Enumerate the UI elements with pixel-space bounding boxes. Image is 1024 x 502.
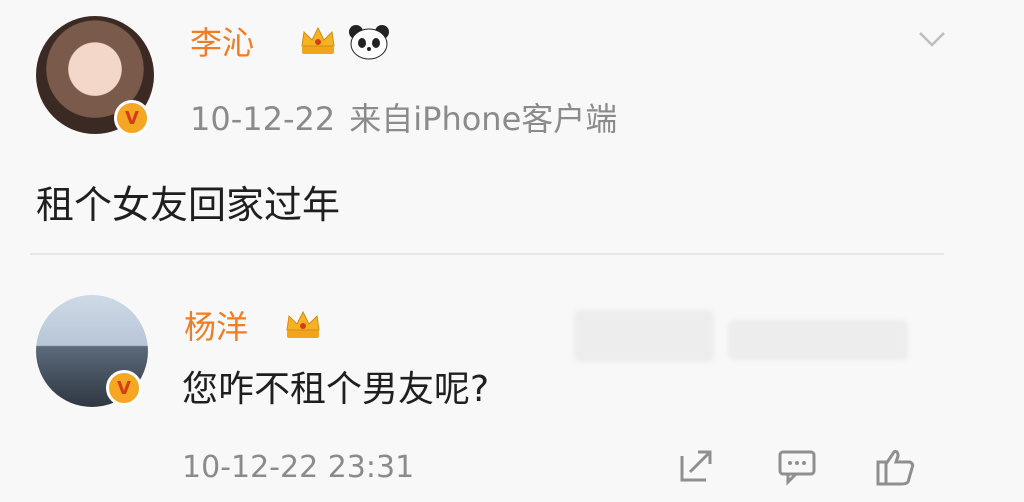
post-meta: 10-12-22 来自iPhone客户端	[190, 94, 617, 140]
comment-icon[interactable]	[776, 446, 820, 486]
chevron-down-icon[interactable]	[918, 30, 946, 48]
share-icon[interactable]	[676, 446, 716, 486]
post-author-name[interactable]: 李沁	[190, 18, 254, 64]
post-source[interactable]: 来自iPhone客户端	[349, 100, 617, 138]
crown-icon	[301, 26, 335, 54]
post-card: V 李沁 10-12-22 来自iPhone客户端 租个女友回家过年	[0, 0, 1024, 255]
verified-v-icon: V	[114, 100, 150, 136]
reply-content: 您咋不租个男友呢?	[182, 369, 490, 410]
reply-time: 10-12-22 23:31	[182, 450, 415, 485]
reply-author-name[interactable]: 杨洋	[184, 302, 248, 348]
blurred-area	[728, 320, 908, 360]
crown-icon	[286, 310, 320, 338]
post-date: 10-12-22	[190, 100, 336, 138]
divider	[30, 253, 944, 255]
blurred-area	[574, 310, 714, 362]
post-content: 租个女友回家过年	[36, 183, 341, 227]
verified-v-icon: V	[106, 370, 142, 406]
panda-icon	[349, 25, 389, 60]
like-icon[interactable]	[874, 446, 920, 488]
